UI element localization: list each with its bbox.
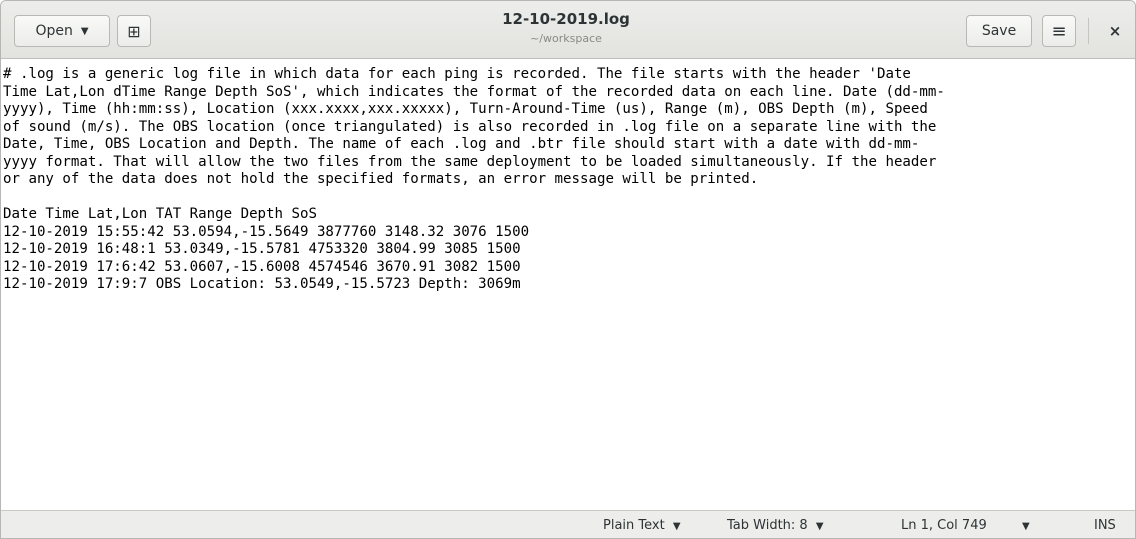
status-bar: Plain Text ▼ Tab Width: 8 ▼ Ln 1, Col 74… [1, 510, 1135, 538]
chevron-down-icon: ▼ [80, 25, 89, 37]
insert-mode-indicator: INS [1094, 518, 1116, 533]
header-divider [1088, 18, 1089, 44]
language-label: Plain Text [603, 518, 665, 533]
editor-line: yyyy), Time (hh:mm:ss), Location (xxx.xx… [3, 101, 928, 117]
editor-line: 12-10-2019 16:48:1 53.0349,-15.5781 4753… [3, 241, 521, 257]
language-selector[interactable]: Plain Text ▼ [603, 518, 681, 533]
editor-line: 12-10-2019 17:9:7 OBS Location: 53.0549,… [3, 276, 521, 292]
window-subtitle: ~/workspace [530, 32, 602, 45]
editor-line: Date Time Lat,Lon TAT Range Depth SoS [3, 206, 317, 222]
save-label: Save [981, 23, 1017, 39]
text-editor-area[interactable]: # .log is a generic log file in which da… [1, 60, 1135, 510]
tab-width-label: Tab Width: 8 [727, 518, 808, 533]
chevron-down-icon: ▼ [815, 521, 824, 532]
text-editor-window: Open ▼ ⊞ 12-10-2019.log ~/workspace Save… [0, 0, 1136, 539]
close-button[interactable]: × [1100, 15, 1130, 47]
editor-line: of sound (m/s). The OBS location (once t… [3, 118, 937, 135]
chevron-down-icon[interactable]: ▼ [1022, 521, 1030, 532]
open-button[interactable]: Open ▼ [14, 15, 110, 47]
hamburger-menu-icon: ≡ [1051, 20, 1067, 42]
editor-line: # .log is a generic log file in which da… [3, 66, 911, 82]
open-label: Open [35, 23, 73, 39]
editor-line: Time Lat,Lon dTime Range Depth SoS', whi… [3, 83, 945, 100]
new-tab-button[interactable]: ⊞ [117, 15, 151, 47]
menu-button[interactable]: ≡ [1042, 15, 1076, 47]
save-button[interactable]: Save [966, 15, 1032, 47]
close-icon: × [1108, 22, 1122, 40]
editor-line: 12-10-2019 15:55:42 53.0594,-15.5649 387… [3, 223, 530, 240]
new-document-icon: ⊞ [127, 21, 141, 41]
title-block: 12-10-2019.log ~/workspace [381, 9, 751, 47]
tab-width-selector[interactable]: Tab Width: 8 ▼ [727, 518, 824, 533]
editor-line: Date, Time, OBS Location and Depth. The … [3, 136, 920, 152]
editor-line: yyyy format. That will allow the two fil… [3, 153, 937, 170]
chevron-down-icon: ▼ [672, 521, 681, 532]
header-bar: Open ▼ ⊞ 12-10-2019.log ~/workspace Save… [1, 1, 1135, 59]
window-title: 12-10-2019.log [502, 10, 630, 28]
editor-line: or any of the data does not hold the spe… [3, 171, 759, 187]
cursor-position[interactable]: Ln 1, Col 749 [901, 518, 987, 533]
editor-line: 12-10-2019 17:6:42 53.0607,-15.6008 4574… [3, 258, 521, 275]
